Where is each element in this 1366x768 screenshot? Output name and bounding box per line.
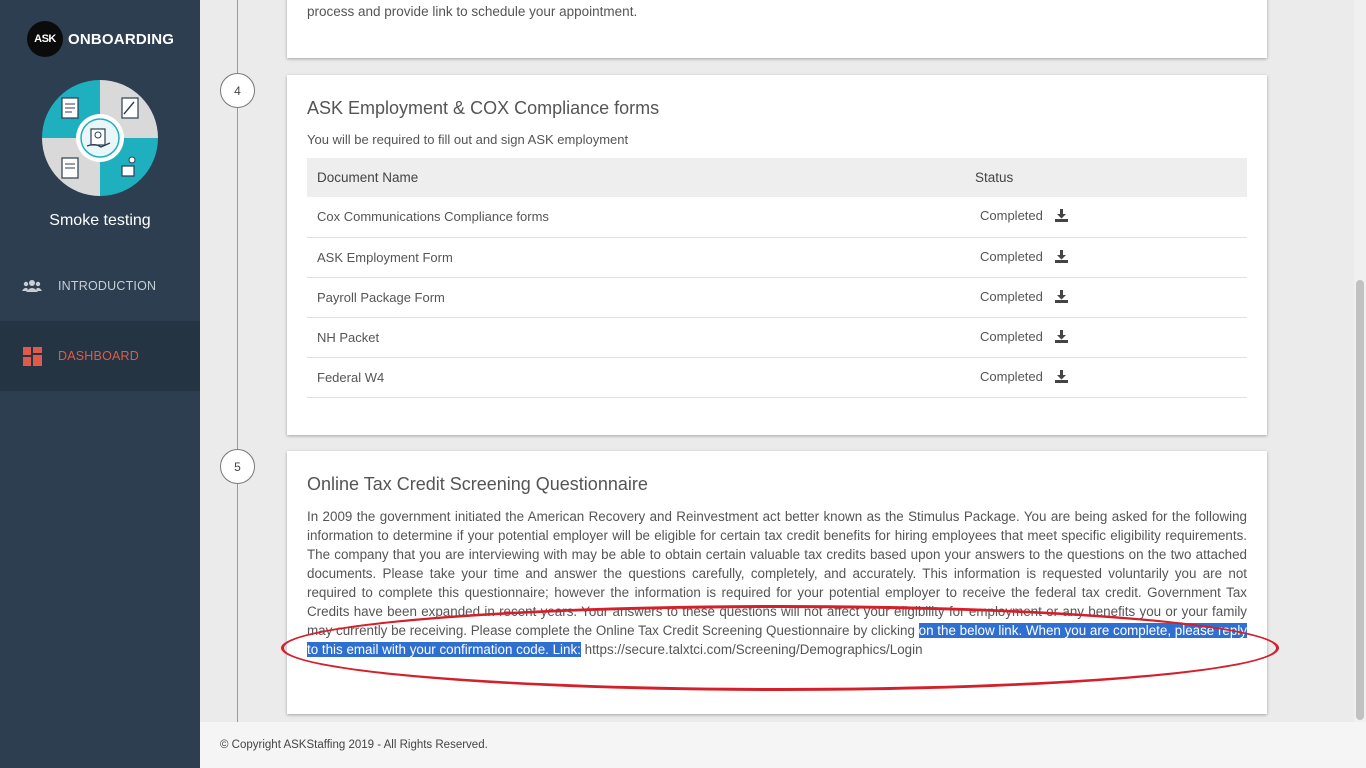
document-name: Cox Communications Compliance forms	[307, 197, 967, 238]
status-text: Completed	[980, 368, 1043, 384]
screening-link[interactable]: https://secure.talxtci.com/Screening/Dem…	[585, 642, 923, 657]
description-text: In 2009 the government initiated the Ame…	[307, 509, 1247, 638]
status-text: Completed	[980, 248, 1043, 264]
nav-item-dashboard[interactable]: DASHBOARD	[0, 321, 200, 391]
table-row: NH Packet Completed	[307, 317, 1247, 358]
document-name: Federal W4	[307, 357, 967, 398]
step-3-card: process and provide link to schedule you…	[287, 0, 1267, 58]
tax-credit-description: In 2009 the government initiated the Ame…	[307, 507, 1247, 659]
footer: © Copyright ASKStaffing 2019 - All Right…	[200, 722, 1366, 768]
brand-title: ONBOARDING	[68, 30, 175, 48]
user-name: Smoke testing	[49, 212, 151, 229]
sidebar: ASK ONBOARDING Smoke testing INTRODUCTIO…	[0, 0, 200, 768]
step-number-5: 5	[220, 449, 255, 484]
step-4-card: ASK Employment & COX Compliance forms Yo…	[287, 75, 1267, 435]
status-text: Completed	[980, 208, 1043, 224]
copyright-text: © Copyright ASKStaffing 2019 - All Right…	[220, 739, 488, 751]
step-number-4: 4	[220, 73, 255, 108]
brand[interactable]: ASK ONBOARDING	[27, 21, 174, 57]
column-header-status: Status	[967, 158, 1247, 197]
documents-table: Document Name Status Cox Communications …	[307, 158, 1247, 398]
nav-item-introduction[interactable]: INTRODUCTION	[0, 251, 200, 321]
step-4-title: ASK Employment & COX Compliance forms	[307, 98, 660, 118]
document-name: NH Packet	[307, 317, 967, 358]
step-3-text: process and provide link to schedule you…	[307, 4, 638, 19]
download-icon[interactable]	[1054, 289, 1068, 306]
nav-label-dashboard: DASHBOARD	[58, 349, 139, 363]
table-row: Federal W4 Completed	[307, 357, 1247, 398]
step-5-card: Online Tax Credit Screening Questionnair…	[287, 451, 1267, 714]
timeline-line	[237, 0, 238, 722]
table-row: ASK Employment Form Completed	[307, 237, 1247, 278]
scrollbar-thumb[interactable]	[1356, 280, 1364, 720]
step-4-subtitle: You will be required to fill out and sig…	[307, 132, 629, 147]
download-icon[interactable]	[1054, 369, 1068, 386]
status-text: Completed	[980, 288, 1043, 304]
download-icon[interactable]	[1054, 329, 1068, 346]
dashboard-icon	[22, 346, 42, 366]
table-row: Cox Communications Compliance forms Comp…	[307, 197, 1247, 238]
status-text: Completed	[980, 328, 1043, 344]
nav-label-introduction: INTRODUCTION	[58, 279, 157, 293]
table-header-row: Document Name Status	[307, 158, 1247, 197]
onboarding-avatar-image	[42, 80, 158, 196]
download-icon[interactable]	[1054, 249, 1068, 266]
column-header-document-name: Document Name	[307, 158, 967, 197]
download-icon[interactable]	[1054, 209, 1068, 225]
ask-logo: ASK	[27, 21, 63, 57]
document-name: Payroll Package Form	[307, 277, 967, 318]
scrollbar[interactable]	[1354, 0, 1366, 722]
document-name: ASK Employment Form	[307, 237, 967, 278]
step-5-title: Online Tax Credit Screening Questionnair…	[307, 474, 648, 494]
table-row: Payroll Package Form Completed	[307, 277, 1247, 318]
users-icon	[22, 276, 42, 296]
